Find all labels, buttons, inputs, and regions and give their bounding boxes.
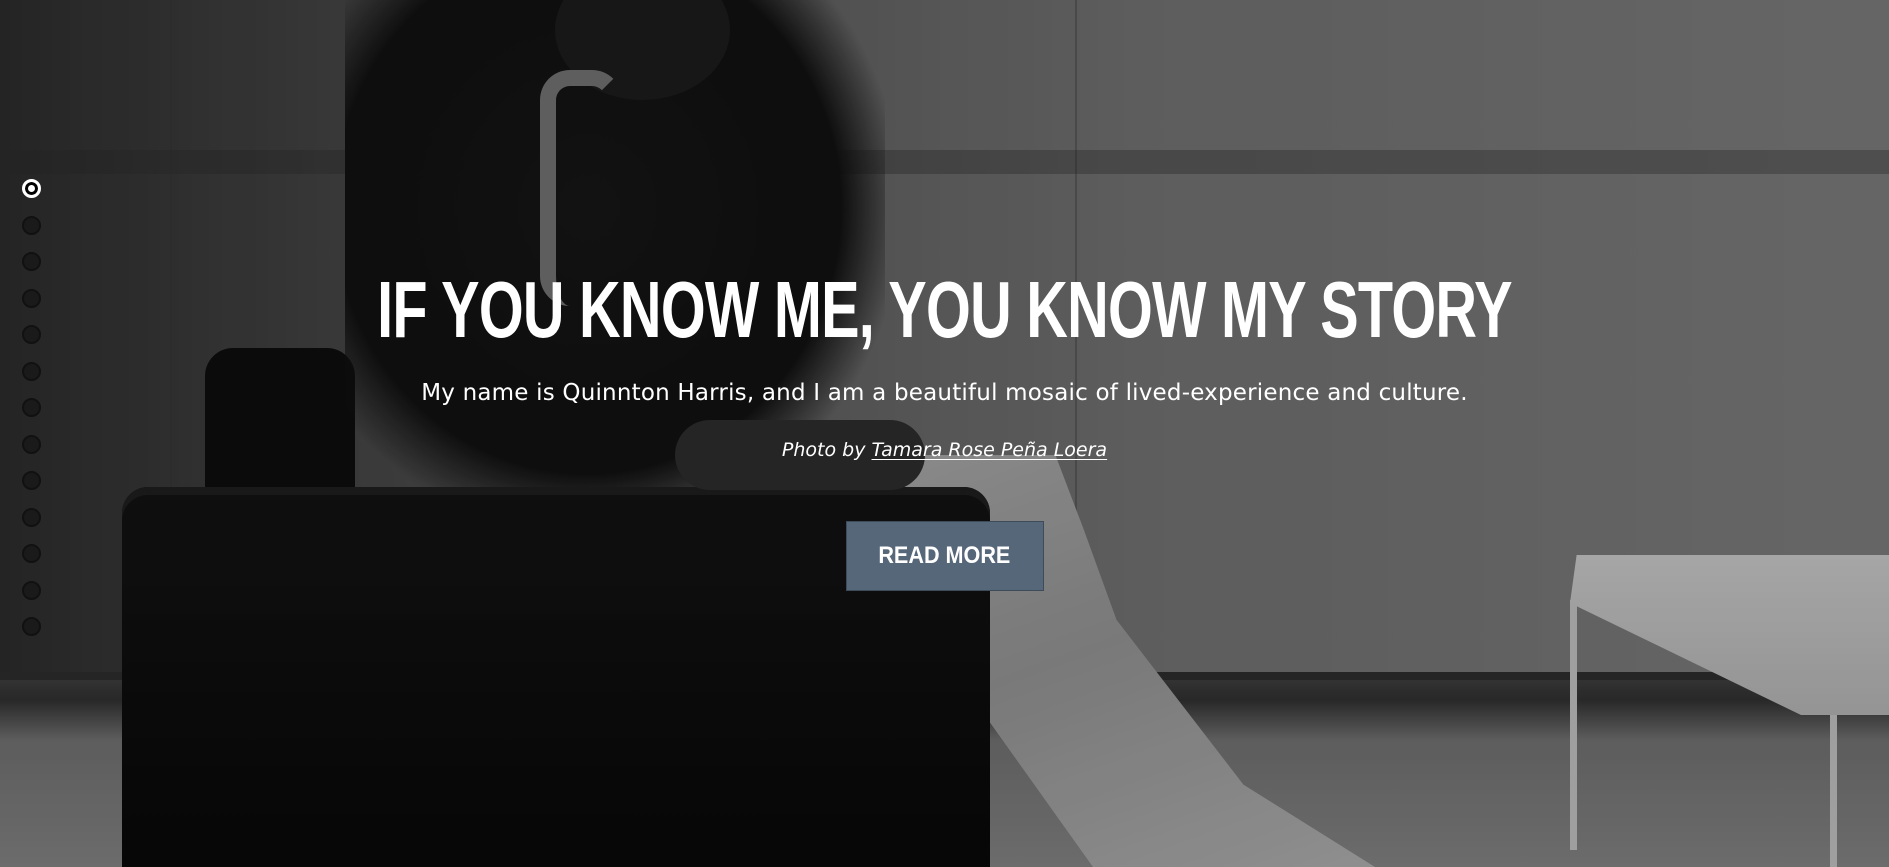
read-more-label: READ MORE: [878, 542, 1011, 569]
photographer-link[interactable]: Tamara Rose Peña Loera: [872, 439, 1108, 461]
pager-dot-1[interactable]: [22, 179, 41, 198]
photo-credit-prefix: Photo by: [781, 439, 866, 461]
hero-content: IF YOU KNOW ME, YOU KNOW MY STORY My nam…: [0, 265, 1889, 591]
hero-subtitle: My name is Quinnton Harris, and I am a b…: [421, 380, 1468, 406]
pager-dot-2[interactable]: [22, 215, 41, 235]
hero-section: IF YOU KNOW ME, YOU KNOW MY STORY My nam…: [0, 0, 1889, 867]
pager-dot-13[interactable]: [22, 617, 41, 636]
hero-headline: IF YOU KNOW ME, YOU KNOW MY STORY: [377, 265, 1512, 354]
read-more-button[interactable]: READ MORE: [845, 521, 1044, 591]
photo-credit: Photo by Tamara Rose Peña Loera: [0, 437, 1889, 463]
